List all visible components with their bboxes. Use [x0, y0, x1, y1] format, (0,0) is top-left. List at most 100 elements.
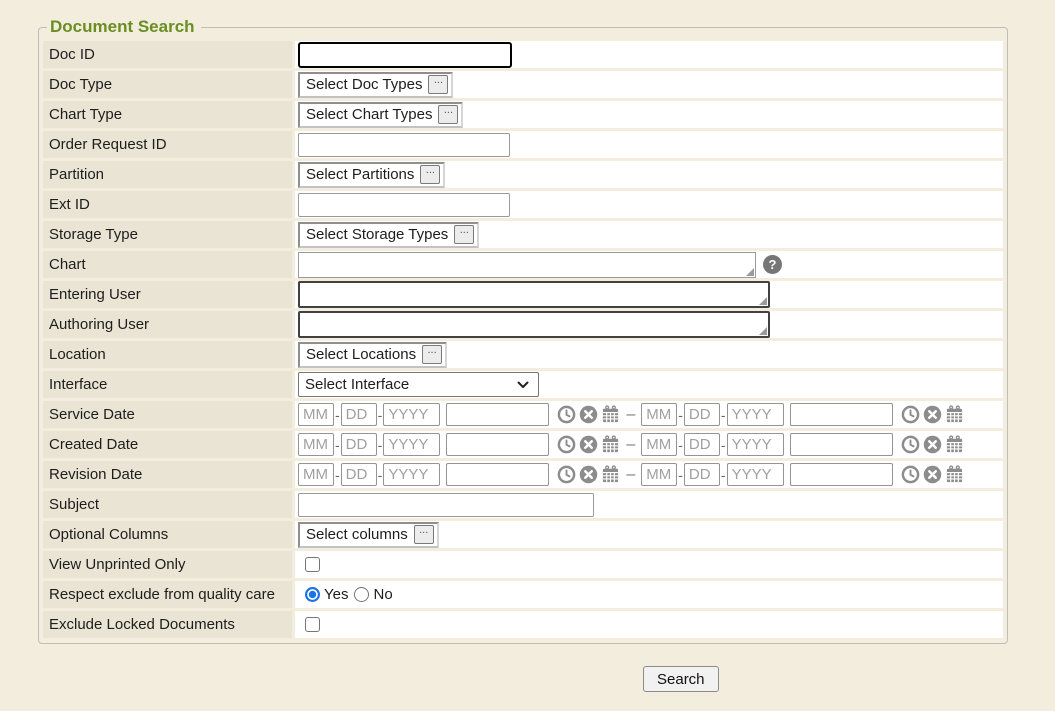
day-input[interactable] [684, 463, 720, 486]
year-input[interactable] [383, 403, 440, 426]
clock-icon[interactable] [901, 465, 920, 484]
entering-user-textarea[interactable] [298, 281, 770, 308]
time-input[interactable] [790, 463, 893, 486]
order-request-id-input[interactable] [298, 133, 510, 157]
calendar-icon[interactable] [945, 435, 964, 454]
calendar-icon[interactable] [945, 405, 964, 424]
picker-label: Select Partitions [306, 166, 414, 183]
clear-icon[interactable] [923, 465, 942, 484]
chart-types-browse-button[interactable]: ... [438, 105, 458, 124]
search-button[interactable]: Search [643, 666, 719, 692]
radio-no-label: No [373, 586, 392, 603]
day-input[interactable] [684, 403, 720, 426]
month-input[interactable] [298, 403, 334, 426]
resize-grip-icon[interactable] [759, 297, 767, 305]
optional-columns-browse-button[interactable]: ... [414, 525, 434, 544]
radio-no[interactable] [354, 587, 369, 602]
field-label: Doc Type [43, 71, 292, 98]
date-separator: - [721, 407, 726, 423]
field-label: Authoring User [43, 311, 292, 338]
storage-types-browse-button[interactable]: ... [454, 225, 474, 244]
field-label: Exclude Locked Documents [43, 611, 292, 638]
date-range-part: - - [641, 403, 963, 426]
exclude-locked-documents-checkbox[interactable] [305, 617, 320, 632]
storage-types-picker[interactable]: Select Storage Types ... [298, 222, 479, 248]
resize-grip-icon[interactable] [759, 327, 767, 335]
day-input[interactable] [341, 463, 377, 486]
locations-picker[interactable]: Select Locations ... [298, 342, 447, 368]
year-input[interactable] [727, 403, 784, 426]
calendar-icon[interactable] [601, 465, 620, 484]
view-unprinted-only-checkbox[interactable] [305, 557, 320, 572]
authoring-user-textarea[interactable] [298, 311, 770, 338]
optional-columns-picker[interactable]: Select columns ... [298, 522, 439, 548]
radio-yes[interactable] [305, 587, 320, 602]
quality-care-no-option[interactable]: No [354, 586, 392, 603]
date-range-separator: – [626, 436, 635, 454]
time-input[interactable] [790, 403, 893, 426]
clock-icon[interactable] [901, 405, 920, 424]
search-form: Doc ID Doc Type Select Doc Types ... Cha… [43, 41, 1003, 638]
date-separator: - [721, 467, 726, 483]
chart-textarea[interactable] [298, 252, 756, 278]
clear-icon[interactable] [923, 405, 942, 424]
field-label: Storage Type [43, 221, 292, 248]
partitions-browse-button[interactable]: ... [420, 165, 440, 184]
calendar-icon[interactable] [601, 435, 620, 454]
year-input[interactable] [727, 463, 784, 486]
day-input[interactable] [341, 433, 377, 456]
clock-icon[interactable] [557, 435, 576, 454]
doc-types-browse-button[interactable]: ... [428, 75, 448, 94]
date-separator: - [678, 437, 683, 453]
clock-icon[interactable] [557, 465, 576, 484]
partitions-picker[interactable]: Select Partitions ... [298, 162, 445, 188]
date-range-part: - - [298, 403, 620, 426]
day-input[interactable] [684, 433, 720, 456]
field-label: Optional Columns [43, 521, 292, 548]
radio-yes-label: Yes [324, 586, 348, 603]
month-input[interactable] [641, 463, 677, 486]
time-input[interactable] [446, 463, 549, 486]
date-separator: - [378, 407, 383, 423]
locations-browse-button[interactable]: ... [422, 345, 442, 364]
clock-icon[interactable] [557, 405, 576, 424]
chart-types-picker[interactable]: Select Chart Types ... [298, 102, 463, 128]
document-search-panel: Document Search Doc ID Doc Type Select D… [38, 27, 1008, 644]
clear-icon[interactable] [579, 405, 598, 424]
time-input[interactable] [446, 433, 549, 456]
month-input[interactable] [298, 463, 334, 486]
picker-label: Select columns [306, 526, 408, 543]
quality-care-yes-option[interactable]: Yes [305, 586, 348, 603]
clear-icon[interactable] [579, 435, 598, 454]
year-input[interactable] [383, 463, 440, 486]
field-label: Revision Date [43, 461, 292, 488]
year-input[interactable] [383, 433, 440, 456]
clock-icon[interactable] [901, 435, 920, 454]
interface-select[interactable]: Select Interface [298, 372, 539, 397]
doc-types-picker[interactable]: Select Doc Types ... [298, 72, 453, 98]
month-input[interactable] [298, 433, 334, 456]
field-label: Location [43, 341, 292, 368]
date-separator: - [335, 437, 340, 453]
year-input[interactable] [727, 433, 784, 456]
doc-id-input[interactable] [298, 42, 512, 68]
selected-option-label: Select Interface [305, 376, 409, 393]
field-label: Ext ID [43, 191, 292, 218]
time-input[interactable] [790, 433, 893, 456]
date-range-part: - - [298, 433, 620, 456]
calendar-icon[interactable] [945, 465, 964, 484]
ext-id-input[interactable] [298, 193, 510, 217]
clear-icon[interactable] [923, 435, 942, 454]
clear-icon[interactable] [579, 465, 598, 484]
month-input[interactable] [641, 433, 677, 456]
day-input[interactable] [341, 403, 377, 426]
time-input[interactable] [446, 403, 549, 426]
month-input[interactable] [641, 403, 677, 426]
field-label: Chart Type [43, 101, 292, 128]
date-range-separator: – [626, 406, 635, 424]
help-icon[interactable]: ? [763, 255, 782, 274]
subject-input[interactable] [298, 493, 594, 517]
resize-grip-icon[interactable] [746, 268, 754, 276]
calendar-icon[interactable] [601, 405, 620, 424]
field-label: Created Date [43, 431, 292, 458]
